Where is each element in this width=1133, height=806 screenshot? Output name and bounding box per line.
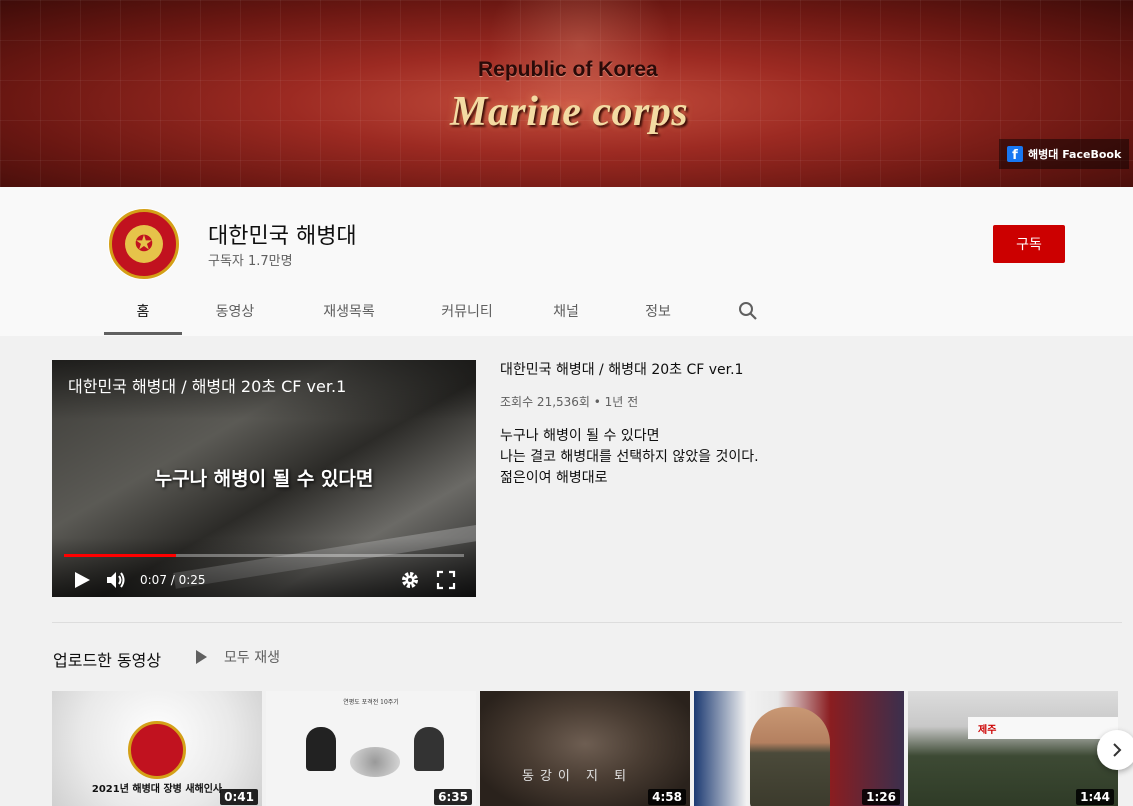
play-icon[interactable] bbox=[72, 570, 92, 590]
fullscreen-icon[interactable] bbox=[436, 570, 456, 590]
uploads-section-title[interactable]: 업로드한 동영상 bbox=[53, 647, 161, 671]
volume-icon[interactable] bbox=[106, 570, 128, 590]
channel-tabs: 홈 동영상 재생목록 커뮤니티 채널 정보 bbox=[104, 287, 768, 335]
facebook-link-label: 해병대 FaceBook bbox=[1028, 148, 1122, 161]
video-duration: 1:26 bbox=[862, 789, 900, 805]
play-all-button[interactable]: 모두 재생 bbox=[196, 645, 280, 669]
flowers-image bbox=[350, 747, 400, 777]
channel-avatar[interactable]: ✪ bbox=[108, 208, 180, 280]
banner-title: Marine corps bbox=[450, 89, 689, 135]
tab-about[interactable]: 정보 bbox=[608, 287, 708, 335]
subscriber-count: 구독자 1.7만명 bbox=[208, 254, 293, 269]
banner-subtitle: Republic of Korea bbox=[478, 58, 658, 81]
channel-banner: Republic of Korea Marine corps f 해병대 Fac… bbox=[0, 0, 1133, 187]
description-line: 젊은이여 해병대로 bbox=[500, 470, 608, 486]
tab-channels[interactable]: 채널 bbox=[524, 287, 608, 335]
video-caption: 누구나 해병이 될 수 있다면 bbox=[154, 468, 374, 490]
time-display: 0:07 / 0:25 bbox=[140, 573, 206, 587]
marine-corps-emblem bbox=[128, 721, 186, 779]
channel-name: 대한민국 해병대 bbox=[208, 224, 357, 249]
video-duration: 4:58 bbox=[648, 789, 686, 805]
video-thumbnail[interactable]: 동강이 지 퇴 4:58 bbox=[480, 691, 690, 806]
tab-videos[interactable]: 동영상 bbox=[182, 287, 288, 335]
anchor-star-icon: ✪ bbox=[125, 225, 163, 263]
channel-header: ✪ 대한민국 해병대 구독자 1.7만명 구독 홈 동영상 재생목록 커뮤니티 … bbox=[0, 187, 1133, 336]
thumbnail-caption: 제주 bbox=[968, 717, 1118, 739]
facebook-link[interactable]: f 해병대 FaceBook bbox=[999, 139, 1129, 169]
play-all-icon bbox=[196, 650, 207, 664]
featured-video-title[interactable]: 대한민국 해병대 / 해병대 20초 CF ver.1 bbox=[500, 359, 743, 379]
video-duration: 0:41 bbox=[220, 789, 258, 805]
portrait-left bbox=[306, 727, 336, 771]
video-duration: 6:35 bbox=[434, 789, 472, 805]
video-thumbnail[interactable]: 2021년 해병대 장병 새해인사 0:41 bbox=[52, 691, 262, 806]
progress-bar[interactable] bbox=[64, 554, 464, 557]
progress-fill bbox=[64, 554, 176, 557]
video-duration: 1:44 bbox=[1076, 789, 1114, 805]
video-thumbnail[interactable]: 제주 1:44 bbox=[908, 691, 1118, 806]
video-thumbnail[interactable]: 연평도 포격전 10주기 6:35 bbox=[266, 691, 476, 806]
description-line: 나는 결코 해병대를 선택하지 않았을 것이다. bbox=[500, 449, 759, 465]
subscribe-button[interactable]: 구독 bbox=[993, 225, 1065, 263]
portrait-right bbox=[414, 727, 444, 771]
commander-image bbox=[750, 707, 830, 806]
featured-video-description: 누구나 해병이 될 수 있다면 나는 결코 해병대를 선택하지 않았을 것이다.… bbox=[500, 426, 759, 489]
player-title[interactable]: 대한민국 해병대 / 해병대 20초 CF ver.1 bbox=[68, 373, 346, 397]
chevron-right-icon bbox=[1113, 743, 1122, 757]
search-icon[interactable] bbox=[728, 287, 768, 335]
tab-community[interactable]: 커뮤니티 bbox=[410, 287, 524, 335]
featured-video-meta: 조회수 21,536회 • 1년 전 bbox=[500, 395, 639, 409]
description-line: 누구나 해병이 될 수 있다면 bbox=[500, 428, 660, 444]
thumbnail-caption: 연평도 포격전 10주기 bbox=[343, 699, 399, 706]
next-arrow-button[interactable] bbox=[1097, 730, 1133, 770]
tab-playlists[interactable]: 재생목록 bbox=[288, 287, 410, 335]
avatar-emblem: ✪ bbox=[109, 209, 179, 279]
play-all-label: 모두 재생 bbox=[224, 650, 280, 666]
settings-gear-icon[interactable] bbox=[400, 570, 420, 590]
video-player[interactable]: 대한민국 해병대 / 해병대 20초 CF ver.1 ⋮ 누구나 해병이 될 … bbox=[52, 360, 476, 597]
thumbnail-caption: 동강이 지 퇴 bbox=[522, 769, 633, 784]
video-thumbnail[interactable]: 1:26 bbox=[694, 691, 904, 806]
tab-home[interactable]: 홈 bbox=[104, 287, 182, 335]
facebook-icon: f bbox=[1007, 146, 1023, 162]
section-divider bbox=[52, 622, 1122, 623]
